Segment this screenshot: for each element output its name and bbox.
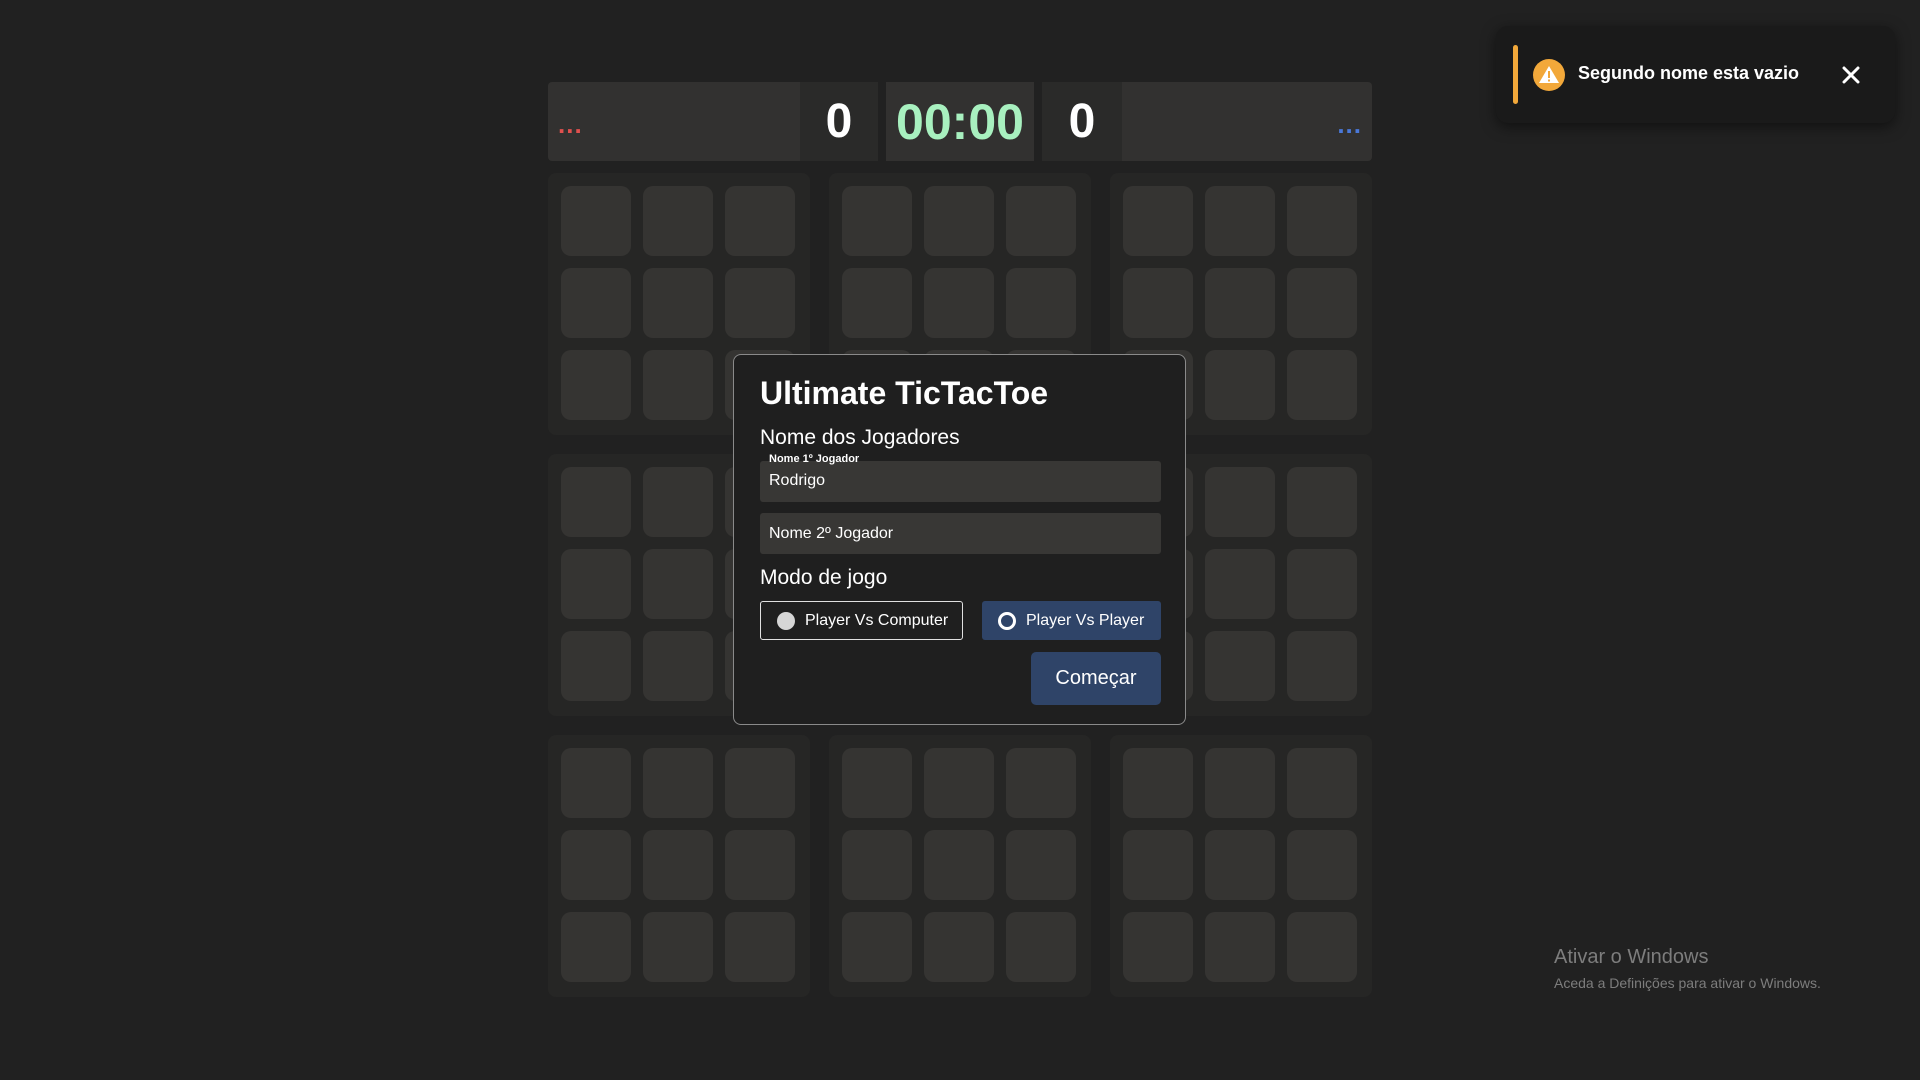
board-cell[interactable] bbox=[1205, 350, 1275, 420]
board-cell[interactable] bbox=[1123, 268, 1193, 338]
board-cell[interactable] bbox=[725, 268, 795, 338]
mode-option-player[interactable]: Player Vs Player bbox=[982, 601, 1161, 640]
board-cell[interactable] bbox=[643, 350, 713, 420]
board-cell[interactable] bbox=[842, 186, 912, 256]
board-cell[interactable] bbox=[1287, 549, 1357, 619]
watermark-subtitle: Aceda a Definições para ativar o Windows… bbox=[1554, 975, 1821, 991]
toast-accent-bar bbox=[1513, 45, 1518, 104]
board-cell[interactable] bbox=[1123, 830, 1193, 900]
warning-toast: Segundo nome esta vazio bbox=[1496, 26, 1895, 123]
board-cell[interactable] bbox=[643, 912, 713, 982]
board-cell[interactable] bbox=[1287, 830, 1357, 900]
board-cell[interactable] bbox=[1287, 631, 1357, 701]
board-cell[interactable] bbox=[561, 186, 631, 256]
board-cell[interactable] bbox=[643, 186, 713, 256]
sub-board bbox=[829, 735, 1091, 997]
mode-option-player-label: Player Vs Player bbox=[1026, 611, 1145, 629]
board-cell[interactable] bbox=[924, 268, 994, 338]
board-cell[interactable] bbox=[561, 268, 631, 338]
player2-score: 0 bbox=[1042, 82, 1122, 161]
board-cell[interactable] bbox=[1123, 186, 1193, 256]
mode-option-computer[interactable]: Player Vs Computer bbox=[760, 601, 963, 640]
board-cell[interactable] bbox=[725, 186, 795, 256]
board-cell[interactable] bbox=[725, 748, 795, 818]
sub-board bbox=[1110, 735, 1372, 997]
board-cell[interactable] bbox=[725, 830, 795, 900]
board-cell[interactable] bbox=[1205, 268, 1275, 338]
scoreboard: ... 0 00:00 0 ... bbox=[548, 82, 1372, 161]
board-cell[interactable] bbox=[1205, 830, 1275, 900]
board-cell[interactable] bbox=[842, 748, 912, 818]
mode-option-computer-label: Player Vs Computer bbox=[805, 611, 949, 629]
player1-name-field[interactable]: Nome 1º Jogador Rodrigo bbox=[760, 453, 1161, 502]
board-cell[interactable] bbox=[924, 830, 994, 900]
board-cell[interactable] bbox=[1205, 549, 1275, 619]
close-toast-button[interactable] bbox=[1836, 60, 1866, 90]
player1-score: 0 bbox=[800, 82, 878, 161]
player2-panel: 0 ... bbox=[1042, 82, 1372, 161]
player2-name: ... bbox=[1337, 109, 1362, 139]
modal-title: Ultimate TicTacToe bbox=[760, 375, 1049, 411]
board-cell[interactable] bbox=[643, 748, 713, 818]
player1-panel: ... 0 bbox=[548, 82, 878, 161]
names-section-title: Nome dos Jogadores bbox=[760, 426, 960, 449]
radio-dot-icon bbox=[777, 611, 795, 630]
player2-name-placeholder: Nome 2º Jogador bbox=[769, 525, 894, 542]
radio-ring-icon bbox=[998, 611, 1016, 630]
board-cell[interactable] bbox=[1287, 186, 1357, 256]
player2-name-field[interactable]: Nome 2º Jogador bbox=[760, 513, 1161, 554]
board-cell[interactable] bbox=[1205, 748, 1275, 818]
board-cell[interactable] bbox=[561, 631, 631, 701]
board-cell[interactable] bbox=[1205, 912, 1275, 982]
board-cell[interactable] bbox=[643, 268, 713, 338]
board-cell[interactable] bbox=[924, 186, 994, 256]
game-timer: 00:00 bbox=[886, 82, 1034, 161]
board-cell[interactable] bbox=[1205, 631, 1275, 701]
board-cell[interactable] bbox=[643, 830, 713, 900]
board-cell[interactable] bbox=[561, 912, 631, 982]
board-cell[interactable] bbox=[1287, 748, 1357, 818]
board-cell[interactable] bbox=[1006, 268, 1076, 338]
board-cell[interactable] bbox=[1006, 912, 1076, 982]
board-cell[interactable] bbox=[924, 912, 994, 982]
board-cell[interactable] bbox=[561, 350, 631, 420]
board-cell[interactable] bbox=[1287, 467, 1357, 537]
board-cell[interactable] bbox=[561, 748, 631, 818]
player1-name-label: Nome 1º Jogador bbox=[769, 453, 860, 465]
start-button[interactable]: Começar bbox=[1031, 652, 1161, 705]
toast-message: Segundo nome esta vazio bbox=[1578, 63, 1800, 83]
player1-name: ... bbox=[558, 109, 583, 139]
board-cell[interactable] bbox=[1205, 186, 1275, 256]
board-cell[interactable] bbox=[842, 912, 912, 982]
warning-icon bbox=[1533, 59, 1565, 91]
board-cell[interactable] bbox=[643, 467, 713, 537]
board-cell[interactable] bbox=[1287, 350, 1357, 420]
board-cell[interactable] bbox=[1287, 268, 1357, 338]
board-cell[interactable] bbox=[1287, 912, 1357, 982]
windows-activation-watermark: Ativar o Windows Aceda a Definições para… bbox=[1554, 946, 1821, 991]
board-cell[interactable] bbox=[1123, 748, 1193, 818]
mode-section-title: Modo de jogo bbox=[760, 566, 888, 589]
watermark-title: Ativar o Windows bbox=[1554, 946, 1709, 968]
board-cell[interactable] bbox=[1205, 467, 1275, 537]
player1-name-value: Rodrigo bbox=[769, 472, 826, 489]
board-cell[interactable] bbox=[842, 830, 912, 900]
board-cell[interactable] bbox=[1006, 748, 1076, 818]
board-cell[interactable] bbox=[842, 268, 912, 338]
board-cell[interactable] bbox=[725, 912, 795, 982]
board-cell[interactable] bbox=[561, 549, 631, 619]
board-cell[interactable] bbox=[561, 830, 631, 900]
sub-board bbox=[548, 735, 810, 997]
setup-modal: Ultimate TicTacToe Nome dos Jogadores No… bbox=[733, 354, 1186, 725]
board-cell[interactable] bbox=[643, 549, 713, 619]
board-cell[interactable] bbox=[561, 467, 631, 537]
board-cell[interactable] bbox=[643, 631, 713, 701]
board-cell[interactable] bbox=[1123, 912, 1193, 982]
board-cell[interactable] bbox=[1006, 830, 1076, 900]
board-cell[interactable] bbox=[924, 748, 994, 818]
board-cell[interactable] bbox=[1006, 186, 1076, 256]
close-icon bbox=[1842, 66, 1860, 84]
